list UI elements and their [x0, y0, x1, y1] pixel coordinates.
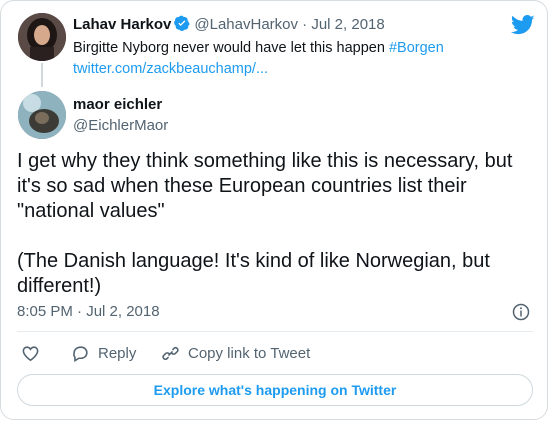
heart-icon: [22, 346, 39, 362]
quoted-tweet-date[interactable]: Jul 2, 2018: [311, 16, 384, 33]
like-button[interactable]: [21, 344, 40, 363]
quoted-tweet-header: Lahav Harkov @LahavHarkov · Jul 2, 2018: [73, 15, 385, 33]
quoted-tweet-text: Birgitte Nyborg never would have let thi…: [73, 40, 444, 56]
info-icon[interactable]: [512, 303, 530, 321]
quoted-tweet-url[interactable]: twitter.com/zackbeauchamp/...: [73, 61, 268, 77]
copy-link-button[interactable]: Copy link to Tweet: [161, 344, 310, 363]
author-name[interactable]: maor eichler: [73, 96, 162, 113]
explore-button[interactable]: Explore what's happening on Twitter: [17, 374, 533, 406]
tweet-text: I get why they think something like this…: [17, 149, 537, 299]
author-handle[interactable]: @EichlerMaor: [73, 117, 168, 134]
hashtag-link[interactable]: #Borgen: [389, 40, 444, 56]
copy-link-label: Copy link to Tweet: [188, 345, 311, 362]
actions-divider: [17, 331, 533, 332]
tweet-card: Lahav Harkov @LahavHarkov · Jul 2, 2018 B…: [0, 0, 548, 420]
reply-button[interactable]: Reply: [71, 344, 136, 363]
header-separator: ·: [302, 16, 308, 33]
verified-badge-icon: [174, 15, 191, 31]
tweet-paragraph-2: (The Danish language! It's kind of like …: [17, 250, 490, 297]
link-icon: [162, 346, 179, 361]
quoted-author-name[interactable]: Lahav Harkov: [73, 16, 171, 33]
quoted-author-handle[interactable]: @LahavHarkov: [194, 16, 298, 33]
reply-label: Reply: [98, 345, 137, 362]
avatar-maor-eichler[interactable]: [18, 91, 66, 139]
quoted-tweet-body: Birgitte Nyborg never would have let thi…: [73, 40, 389, 56]
avatar-lahav-harkov[interactable]: [18, 13, 66, 61]
tweet-paragraph-1: I get why they think something like this…: [17, 150, 513, 222]
reply-bubble-icon: [73, 346, 88, 363]
twitter-bird-icon[interactable]: [511, 15, 535, 35]
tweet-timestamp[interactable]: 8:05 PM · Jul 2, 2018: [17, 303, 160, 320]
thread-connector: [41, 63, 43, 87]
